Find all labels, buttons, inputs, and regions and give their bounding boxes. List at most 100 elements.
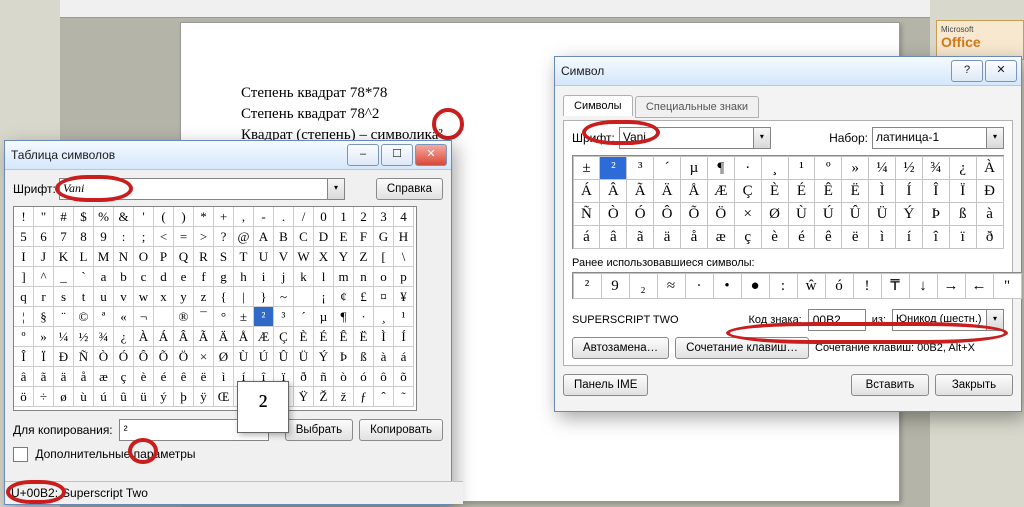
tab-symbols[interactable]: Символы <box>563 95 633 116</box>
grid-cell[interactable]: ¾ <box>922 156 950 180</box>
grid-cell[interactable]: x <box>154 287 174 307</box>
grid-cell[interactable]: J <box>34 247 54 267</box>
grid-cell[interactable]: Ž <box>314 387 334 407</box>
grid-cell[interactable]: 9 <box>94 227 114 247</box>
recent-cell[interactable]: " <box>993 273 1022 299</box>
grid-cell[interactable]: ¦ <box>14 307 34 327</box>
grid-cell[interactable]: v <box>114 287 134 307</box>
grid-cell[interactable]: Ú <box>814 202 842 226</box>
grid-cell[interactable]: ˜ <box>394 387 414 407</box>
grid-cell[interactable]: ¿ <box>114 327 134 347</box>
grid-cell[interactable]: Ê <box>334 327 354 347</box>
grid-cell[interactable]: É <box>314 327 334 347</box>
grid-cell[interactable]: Â <box>174 327 194 347</box>
grid-cell[interactable]: é <box>154 367 174 387</box>
close-button[interactable]: ✕ <box>415 144 447 166</box>
grid-cell[interactable]: Ö <box>707 202 735 226</box>
grid-cell[interactable]: 8 <box>74 227 94 247</box>
recent-cell[interactable]: ó <box>825 273 854 299</box>
grid-cell[interactable]: Æ <box>254 327 274 347</box>
grid-cell[interactable]: ~ <box>274 287 294 307</box>
grid-cell[interactable]: Ú <box>254 347 274 367</box>
grid-cell[interactable]: X <box>314 247 334 267</box>
grid-cell[interactable]: ( <box>154 207 174 227</box>
recent-cell[interactable]: : <box>769 273 798 299</box>
grid-cell[interactable]: Ì <box>374 327 394 347</box>
from-input[interactable] <box>893 310 993 328</box>
grid-cell[interactable]: û <box>114 387 134 407</box>
grid-cell[interactable]: V <box>274 247 294 267</box>
grid-cell[interactable]: Ì <box>868 179 896 203</box>
grid-cell[interactable]: ½ <box>74 327 94 347</box>
grid-cell[interactable]: Ê <box>814 179 842 203</box>
help-icon[interactable]: ? <box>951 60 983 82</box>
grid-cell[interactable]: ¸ <box>761 156 789 180</box>
autocorrect-button[interactable]: Автозамена… <box>572 337 669 359</box>
grid-cell[interactable]: · <box>354 307 374 327</box>
grid-cell[interactable]: ù <box>74 387 94 407</box>
grid-cell[interactable]: Õ <box>680 202 708 226</box>
grid-cell[interactable]: Y <box>334 247 354 267</box>
grid-cell[interactable]: × <box>194 347 214 367</box>
grid-cell[interactable]: ô <box>374 367 394 387</box>
recent-cell[interactable]: ² <box>573 273 602 299</box>
grid-cell[interactable]: ¢ <box>334 287 354 307</box>
code-input[interactable] <box>808 309 866 331</box>
grid-cell[interactable]: ¶ <box>334 307 354 327</box>
grid-cell[interactable]: 1 <box>334 207 354 227</box>
grid-cell[interactable]: q <box>14 287 34 307</box>
grid-cell[interactable]: g <box>214 267 234 287</box>
grid-cell[interactable]: ä <box>54 367 74 387</box>
grid-cell[interactable]: W <box>294 247 314 267</box>
grid-cell[interactable]: ö <box>14 387 34 407</box>
grid-cell[interactable]: Ÿ <box>294 387 314 407</box>
grid-cell[interactable]: è <box>761 225 789 249</box>
grid-cell[interactable]: æ <box>94 367 114 387</box>
grid-cell[interactable]: ¼ <box>868 156 896 180</box>
grid-cell[interactable]: ; <box>134 227 154 247</box>
grid-cell[interactable]: º <box>14 327 34 347</box>
grid-cell[interactable]: ´ <box>653 156 681 180</box>
grid-cell[interactable]: M <box>94 247 114 267</box>
grid-cell[interactable]: Œ <box>214 387 234 407</box>
grid-cell[interactable]: N <box>114 247 134 267</box>
grid-cell[interactable]: Á <box>154 327 174 347</box>
grid-cell[interactable]: B <box>274 227 294 247</box>
recent-cell[interactable]: ŵ <box>797 273 826 299</box>
grid-cell[interactable]: G <box>374 227 394 247</box>
grid-cell[interactable]: I <box>14 247 34 267</box>
recent-cell[interactable]: ↓ <box>909 273 938 299</box>
recent-cell[interactable]: 9 <box>601 273 630 299</box>
grid-cell[interactable]: o <box>374 267 394 287</box>
grid-cell[interactable]: < <box>154 227 174 247</box>
grid-cell[interactable]: d <box>154 267 174 287</box>
grid-cell[interactable]: è <box>134 367 154 387</box>
grid-cell[interactable]: 6 <box>34 227 54 247</box>
grid-cell[interactable]: Ö <box>174 347 194 367</box>
grid-cell[interactable]: } <box>254 287 274 307</box>
grid-cell[interactable]: 3 <box>374 207 394 227</box>
grid-cell[interactable]: . <box>274 207 294 227</box>
grid-cell[interactable]: r <box>34 287 54 307</box>
maximize-button[interactable]: ☐ <box>381 144 413 166</box>
grid-cell[interactable]: \ <box>394 247 414 267</box>
grid-cell[interactable]: Ã <box>194 327 214 347</box>
grid-cell[interactable]: & <box>114 207 134 227</box>
grid-cell[interactable]: Ç <box>734 179 762 203</box>
grid-cell[interactable]: Ó <box>626 202 654 226</box>
grid-cell[interactable]: { <box>214 287 234 307</box>
grid-cell[interactable]: ¸ <box>374 307 394 327</box>
grid-cell[interactable]: ˆ <box>374 387 394 407</box>
grid-cell[interactable]: K <box>54 247 74 267</box>
grid-cell[interactable]: ñ <box>314 367 334 387</box>
grid-cell[interactable]: á <box>573 225 601 249</box>
grid-cell[interactable]: © <box>74 307 94 327</box>
grid-cell[interactable]: ´ <box>294 307 314 327</box>
grid-cell[interactable]: ® <box>174 307 194 327</box>
char-grid[interactable]: !"#$%&'()*+,-./0123456789:;<=>?@ABCDEFGH… <box>13 206 417 411</box>
grid-cell[interactable]: ¼ <box>54 327 74 347</box>
grid-cell[interactable] <box>294 287 314 307</box>
grid-cell[interactable]: ¡ <box>314 287 334 307</box>
grid-cell[interactable]: â <box>14 367 34 387</box>
grid-cell[interactable]: Ü <box>294 347 314 367</box>
